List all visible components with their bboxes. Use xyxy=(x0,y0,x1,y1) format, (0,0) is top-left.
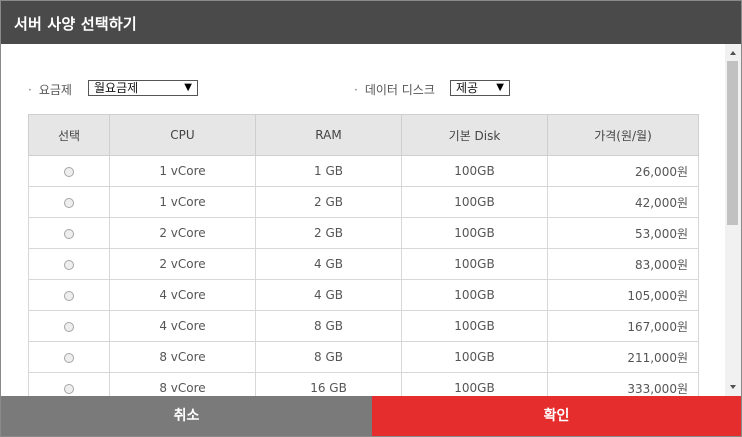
radio-button[interactable] xyxy=(64,290,74,301)
disk-cell: 100GB xyxy=(401,372,548,396)
table-header-row: 선택 CPU RAM 기본 Disk 가격(원/월) xyxy=(28,114,699,156)
disk-cell: 100GB xyxy=(401,217,548,249)
disk-cell: 100GB xyxy=(401,186,548,218)
cpu-cell: 1 vCore xyxy=(109,155,256,187)
bullet-icon: · xyxy=(354,83,358,97)
cpu-cell: 8 vCore xyxy=(109,341,256,373)
radio-button[interactable] xyxy=(64,352,74,363)
dialog-title: 서버 사양 선택하기 xyxy=(14,15,137,33)
header-select: 선택 xyxy=(28,114,110,156)
table-row[interactable]: 4 vCore 4 GB 100GB 105,000원 xyxy=(28,279,699,311)
plan-select-value: 월요금제 xyxy=(94,81,139,95)
disk-select[interactable]: 제공 ▼ xyxy=(450,80,510,96)
disk-cell: 100GB xyxy=(401,279,548,311)
bullet-icon: · xyxy=(28,83,32,97)
price-cell: 211,000원 xyxy=(547,341,699,373)
cpu-cell: 4 vCore xyxy=(109,279,256,311)
price-cell: 167,000원 xyxy=(547,310,699,342)
cpu-cell: 2 vCore xyxy=(109,217,256,249)
table-row[interactable]: 1 vCore 2 GB 100GB 42,000원 xyxy=(28,186,699,218)
dropdown-arrow-icon: ▼ xyxy=(496,82,504,93)
scrollbar-thumb[interactable] xyxy=(727,61,738,225)
radio-button[interactable] xyxy=(64,321,74,332)
confirm-button[interactable]: 확인 xyxy=(372,396,741,436)
radio-button[interactable] xyxy=(64,383,74,394)
table-row[interactable]: 1 vCore 1 GB 100GB 26,000원 xyxy=(28,155,699,187)
plan-select[interactable]: 월요금제 ▼ xyxy=(88,80,198,96)
server-spec-dialog: 서버 사양 선택하기 · 요금제 월요금제 ▼ · 데이터 디스크 제공 ▼ 선택 … xyxy=(0,0,742,437)
ram-cell: 8 GB xyxy=(255,341,402,373)
dropdown-arrow-icon: ▼ xyxy=(184,82,192,93)
select-cell[interactable] xyxy=(28,279,110,311)
select-cell[interactable] xyxy=(28,248,110,280)
radio-button[interactable] xyxy=(64,197,74,208)
table-row[interactable]: 2 vCore 4 GB 100GB 83,000원 xyxy=(28,248,699,280)
dialog-content: · 요금제 월요금제 ▼ · 데이터 디스크 제공 ▼ 선택 CPU RAM 기본 … xyxy=(1,44,725,396)
select-cell[interactable] xyxy=(28,372,110,396)
header-cpu: CPU xyxy=(109,114,256,156)
ram-cell: 2 GB xyxy=(255,186,402,218)
table-row[interactable]: 8 vCore 16 GB 100GB 333,000원 xyxy=(28,372,699,396)
select-cell[interactable] xyxy=(28,217,110,249)
dialog-titlebar: 서버 사양 선택하기 xyxy=(1,1,741,44)
disk-filter-label: · 데이터 디스크 xyxy=(354,81,435,98)
disk-cell: 100GB xyxy=(401,155,548,187)
plan-filter-label: · 요금제 xyxy=(28,81,72,98)
scroll-down-arrow-icon[interactable] xyxy=(730,385,736,389)
plan-label: 요금제 xyxy=(38,83,72,97)
cpu-cell: 8 vCore xyxy=(109,372,256,396)
cpu-cell: 1 vCore xyxy=(109,186,256,218)
ram-cell: 4 GB xyxy=(255,279,402,311)
ram-cell: 8 GB xyxy=(255,310,402,342)
disk-cell: 100GB xyxy=(401,248,548,280)
ram-cell: 2 GB xyxy=(255,217,402,249)
cancel-button[interactable]: 취소 xyxy=(1,396,372,436)
disk-cell: 100GB xyxy=(401,341,548,373)
spec-table: 선택 CPU RAM 기본 Disk 가격(원/월) 1 vCore 1 GB … xyxy=(28,114,699,396)
table-row[interactable]: 4 vCore 8 GB 100GB 167,000원 xyxy=(28,310,699,342)
radio-button[interactable] xyxy=(64,259,74,270)
select-cell[interactable] xyxy=(28,155,110,187)
ram-cell: 1 GB xyxy=(255,155,402,187)
price-cell: 53,000원 xyxy=(547,217,699,249)
ram-cell: 16 GB xyxy=(255,372,402,396)
price-cell: 105,000원 xyxy=(547,279,699,311)
price-cell: 333,000원 xyxy=(547,372,699,396)
header-ram: RAM xyxy=(255,114,402,156)
radio-button[interactable] xyxy=(64,166,74,177)
price-cell: 83,000원 xyxy=(547,248,699,280)
header-price: 가격(원/월) xyxy=(547,114,699,156)
table-row[interactable]: 8 vCore 8 GB 100GB 211,000원 xyxy=(28,341,699,373)
disk-label: 데이터 디스크 xyxy=(364,83,435,97)
radio-button[interactable] xyxy=(64,228,74,239)
scroll-up-arrow-icon[interactable] xyxy=(730,51,736,55)
select-cell[interactable] xyxy=(28,186,110,218)
cpu-cell: 2 vCore xyxy=(109,248,256,280)
cpu-cell: 4 vCore xyxy=(109,310,256,342)
disk-select-value: 제공 xyxy=(456,81,479,95)
header-disk: 기본 Disk xyxy=(401,114,548,156)
price-cell: 42,000원 xyxy=(547,186,699,218)
disk-cell: 100GB xyxy=(401,310,548,342)
price-cell: 26,000원 xyxy=(547,155,699,187)
vertical-scrollbar[interactable] xyxy=(725,44,741,396)
select-cell[interactable] xyxy=(28,310,110,342)
select-cell[interactable] xyxy=(28,341,110,373)
table-row[interactable]: 2 vCore 2 GB 100GB 53,000원 xyxy=(28,217,699,249)
dialog-footer: 취소 확인 xyxy=(1,396,741,436)
ram-cell: 4 GB xyxy=(255,248,402,280)
